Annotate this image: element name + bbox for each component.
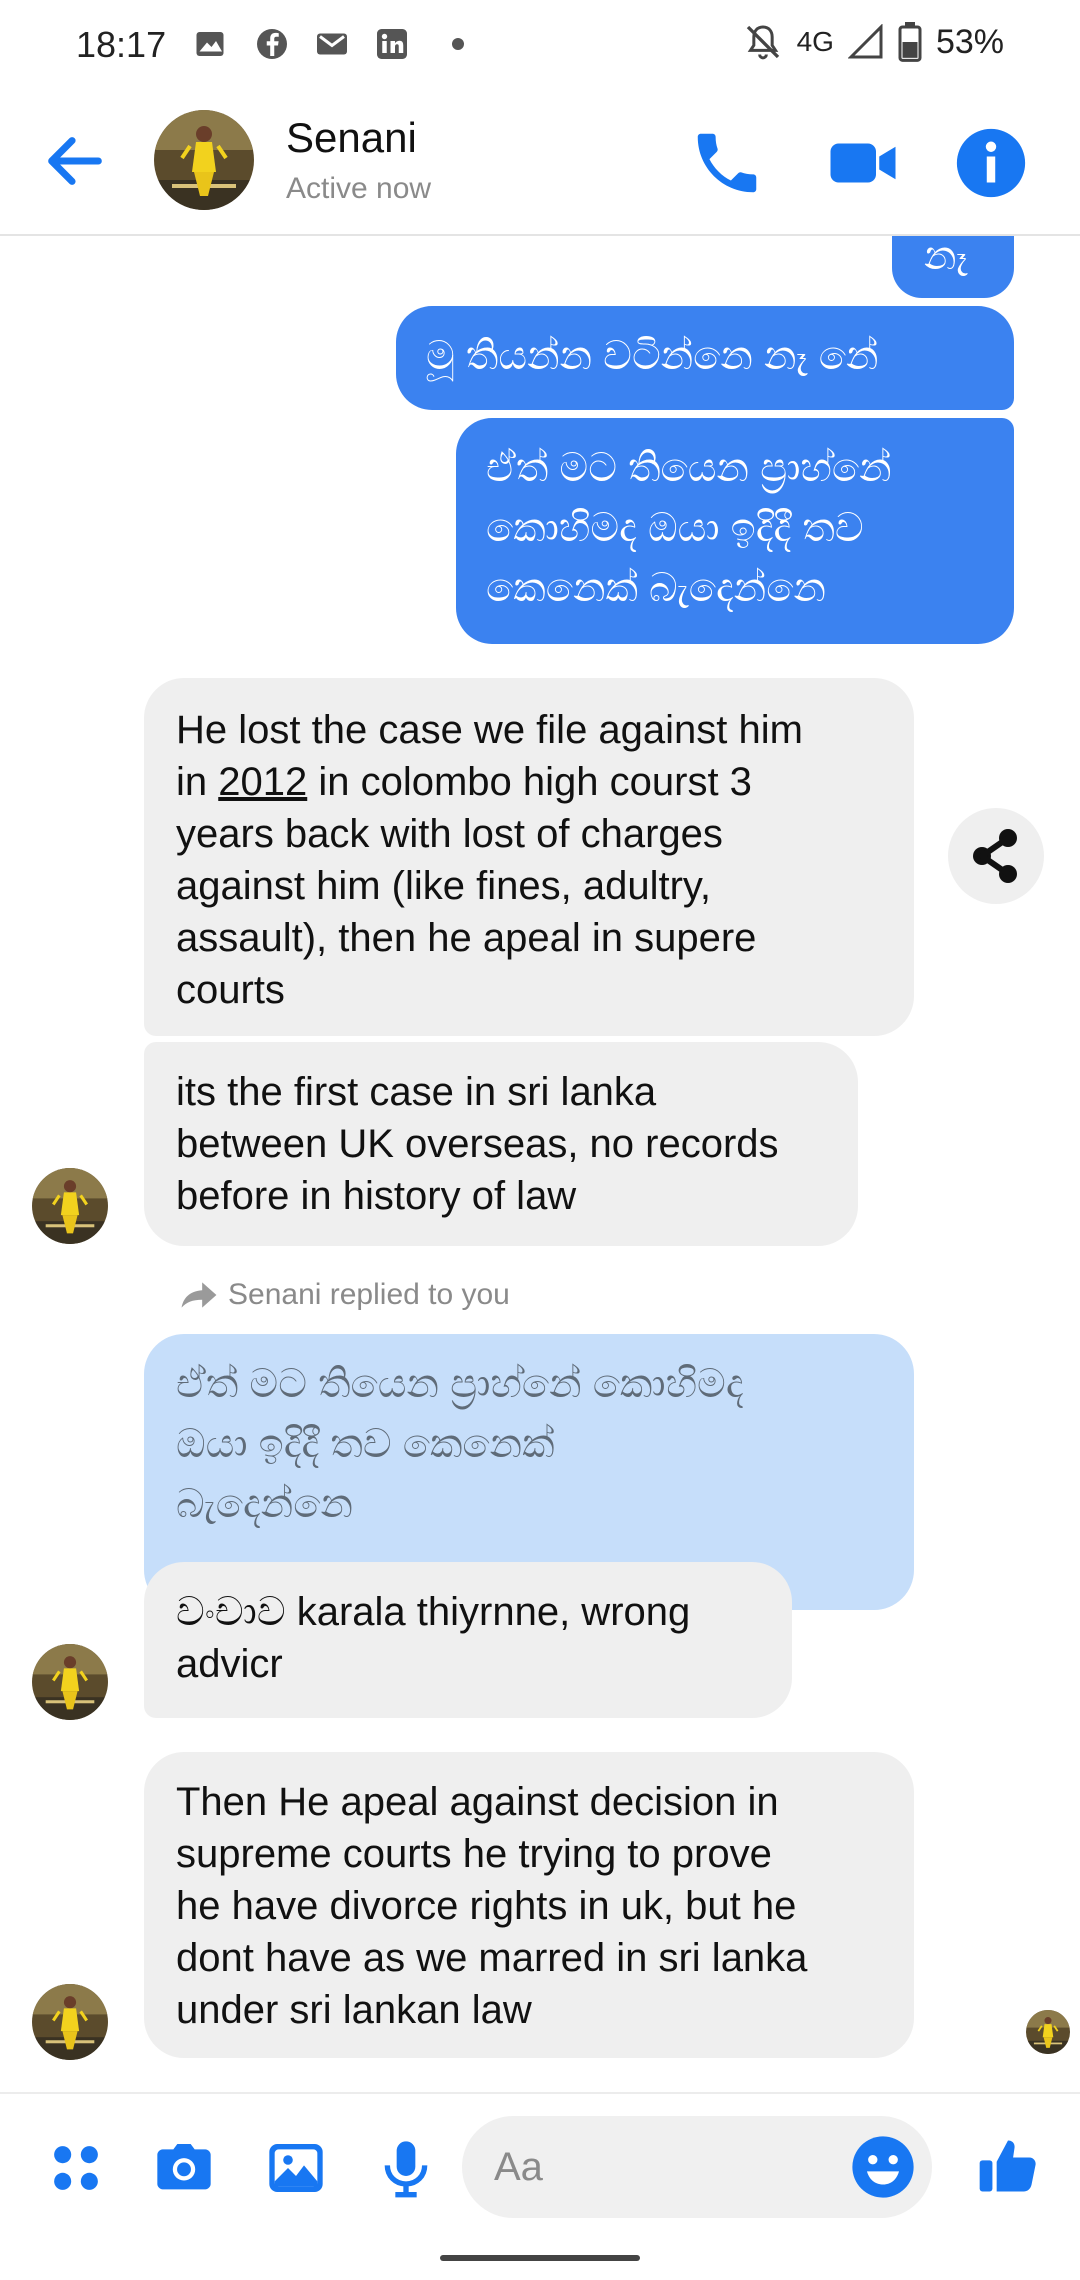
composer-bar [0,2092,1080,2240]
reply-arrow-icon [181,1282,217,1308]
date-link[interactable]: 2012 [218,760,307,804]
seen-avatar [1026,2010,1070,2054]
message-line: assault), then he apeal in supere [176,916,757,960]
message-line: කෙනෙක් බැදෙන්නෙ [486,566,826,610]
gallery-icon[interactable] [264,2136,328,2200]
gmail-icon [317,33,347,55]
message-line: years back with lost of charges [176,812,723,856]
message-line: advicr [176,1642,283,1686]
message-line: ඒත් මට තියෙන ප්‍රාහ්නේ [486,446,892,490]
incoming-message[interactable]: He lost the case we file against him in … [144,678,914,1036]
message-line: supreme courts he trying to prove [176,1832,772,1876]
network-type: 4G [796,26,834,57]
menu-dots-icon[interactable] [44,2136,108,2200]
message-line: before in history of law [176,1174,577,1218]
back-arrow-icon[interactable] [40,126,110,196]
chat-header: Senani Active now [0,90,1080,236]
outgoing-message[interactable]: නෑ [892,236,1014,298]
message-input[interactable] [494,2140,834,2194]
outgoing-message[interactable]: මූ තියන්න වටින්නෙ නෑ නේ [396,306,1014,410]
incoming-message[interactable]: Then He apeal against decision in suprem… [144,1752,914,2058]
status-time: 18:17 [76,24,167,65]
contact-name[interactable]: Senani [286,114,417,162]
message-line: in 2012 in colombo high courst 3 [176,756,882,808]
linkedin-icon [377,29,407,59]
quoted-line: ඔයා ඉදිදී තව කෙනෙක් [176,1422,555,1466]
contact-avatar[interactable] [154,110,254,210]
reply-note: Senani replied to you [180,1278,510,1312]
facebook-icon [257,29,287,59]
message-line: courts [176,968,285,1012]
battery-level: 53% [935,22,1004,61]
message-text: නෑ [924,234,968,278]
message-line: කොහිමද ඔයා ඉදිදී තව [486,506,864,550]
message-line: he have divorce rights in uk, but he [176,1884,797,1928]
camera-icon[interactable] [152,2136,216,2200]
emoji-icon[interactable] [848,2132,918,2202]
contact-status: Active now [286,172,432,205]
message-line: Then He apeal against decision in [176,1780,779,1824]
dot-icon [452,38,464,50]
home-indicator[interactable] [440,2255,640,2261]
message-line: වංචාව karala thiyrnne, wrong [176,1590,691,1634]
microphone-icon[interactable] [374,2136,438,2200]
message-text: in [176,760,219,804]
message-line: between UK overseas, no records [176,1122,779,1166]
message-line: dont have as we marred in sri lanka [176,1936,808,1980]
mute-icon [746,25,779,60]
quoted-line: බැදෙන්නෙ [176,1482,353,1526]
like-icon[interactable] [974,2132,1042,2200]
signal-icon [847,24,883,59]
message-line: under sri lankan law [176,1988,532,2032]
info-icon[interactable] [952,124,1030,202]
incoming-message[interactable]: its the first case in sri lanka between … [144,1042,858,1246]
sender-avatar[interactable] [32,1984,108,2060]
message-line: against him (like fines, adultry, [176,864,712,908]
message-input-box[interactable] [462,2116,932,2218]
status-bar: 18:17 4G 53% [0,0,1080,90]
reply-note-text: Senani replied to you [228,1278,510,1311]
video-call-icon[interactable] [824,124,902,202]
sender-avatar[interactable] [32,1168,108,1244]
share-icon [973,829,1017,883]
outgoing-message[interactable]: ඒත් මට තියෙන ප්‍රාහ්නේ කොහිමද ඔයා ඉදිදී … [456,418,1014,644]
image-icon [196,32,224,56]
share-button[interactable] [948,808,1044,904]
message-text: මූ තියන්න වටින්නෙ නෑ නේ [426,334,879,378]
phone-call-icon[interactable] [688,124,766,202]
battery-icon [898,22,922,62]
quoted-line: ඒත් මට තියෙන ප්‍රාහ්නේ කොහිමද [176,1362,744,1406]
incoming-message[interactable]: වංචාව karala thiyrnne, wrong advicr [144,1562,792,1718]
message-text: in colombo high courst 3 [307,760,752,804]
sender-avatar[interactable] [32,1644,108,1720]
message-line: its the first case in sri lanka [176,1070,657,1114]
message-line: He lost the case we file against him [176,708,803,752]
